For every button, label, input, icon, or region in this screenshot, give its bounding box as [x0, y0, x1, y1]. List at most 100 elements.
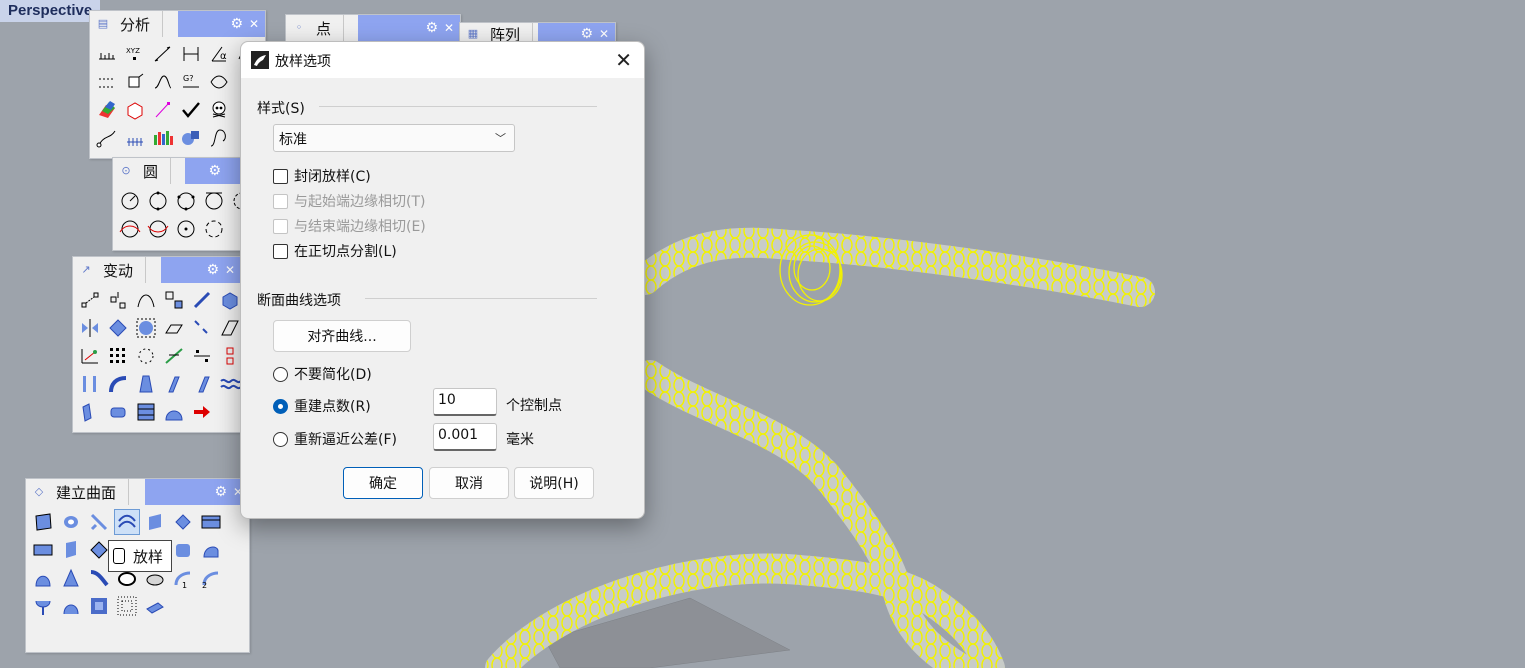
direction-icon[interactable] [122, 69, 148, 95]
refit-tolerance-field[interactable]: 0.001 [433, 423, 497, 451]
cage-edit-icon[interactable] [105, 399, 131, 425]
rotate-icon[interactable] [133, 287, 159, 313]
align-curves-button[interactable]: 对齐曲线... [273, 320, 411, 352]
twist-icon[interactable] [189, 315, 215, 341]
align-icon[interactable] [77, 343, 103, 369]
radio-dot[interactable] [273, 366, 288, 382]
array-curve-icon[interactable] [189, 343, 215, 369]
gear-icon[interactable]: ⚙ [214, 483, 227, 501]
edge-analysis-icon[interactable] [94, 125, 120, 151]
loft-icon[interactable] [114, 509, 140, 535]
distance-icon[interactable] [150, 41, 176, 67]
close-icon[interactable]: ✕ [444, 19, 454, 37]
circle-center-icon[interactable] [117, 188, 143, 214]
rebuild-radio[interactable]: 重建点数(R) [273, 396, 371, 416]
naked-edge-icon[interactable] [122, 125, 148, 151]
checkbox-box[interactable] [273, 168, 288, 184]
circle-fit-icon[interactable] [173, 216, 199, 242]
scale3d-icon[interactable] [133, 315, 159, 341]
move-icon[interactable] [77, 287, 103, 313]
flow-along-icon[interactable] [133, 399, 159, 425]
surface-edge-icon[interactable] [58, 509, 84, 535]
planar-surface-icon[interactable] [142, 509, 168, 535]
extrude-icon[interactable] [170, 509, 196, 535]
splop-icon[interactable] [133, 371, 159, 397]
tangent-start-checkbox[interactable]: 与起始端边缘相切(T) [273, 191, 425, 211]
checkbox-box[interactable] [273, 218, 288, 234]
dome-icon[interactable] [161, 399, 187, 425]
deviation-icon[interactable] [206, 69, 232, 95]
continuity-icon[interactable]: G? [178, 69, 204, 95]
shear-icon[interactable] [161, 315, 187, 341]
skull-icon[interactable] [206, 97, 232, 123]
radio-dot[interactable] [273, 398, 288, 414]
checkbox-box[interactable] [273, 243, 288, 259]
dimension-icon[interactable] [178, 41, 204, 67]
do-not-simplify-radio[interactable]: 不要简化(D) [273, 364, 372, 384]
drape-icon[interactable] [198, 537, 224, 563]
point-grid-icon[interactable] [114, 593, 140, 619]
circle-tan-curves-icon[interactable] [117, 216, 143, 242]
length-icon[interactable] [94, 41, 120, 67]
dialog-titlebar[interactable]: 放样选项 ✕ [241, 42, 644, 78]
gear-icon[interactable]: ⚙ [206, 261, 219, 279]
circle-2pt-icon[interactable] [145, 188, 171, 214]
cone-surface-icon[interactable] [58, 565, 84, 591]
circle-3pt-icon[interactable] [173, 188, 199, 214]
scale-icon[interactable] [161, 287, 187, 313]
tab-transform[interactable]: ↗ 变动 [73, 257, 147, 283]
ribbon-icon[interactable] [30, 593, 56, 619]
flow-icon[interactable] [161, 343, 187, 369]
bend-icon[interactable] [77, 371, 103, 397]
dome-surface-icon[interactable] [30, 565, 56, 591]
gear-icon[interactable]: ⚙ [230, 15, 243, 33]
mirror-icon[interactable] [77, 315, 103, 341]
curve-graph-icon[interactable] [150, 69, 176, 95]
radio-dot[interactable] [273, 431, 288, 447]
patch-icon[interactable] [30, 537, 56, 563]
style-dropdown[interactable]: 标准 ﹀ [273, 124, 515, 152]
circle-dashed-icon[interactable] [201, 216, 227, 242]
emap-icon[interactable] [178, 125, 204, 151]
pipe-icon[interactable] [58, 593, 84, 619]
box-analysis-icon[interactable] [122, 97, 148, 123]
array-icon[interactable] [105, 343, 131, 369]
split-tangent-checkbox[interactable]: 在正切点分割(L) [273, 241, 397, 261]
viewport-label[interactable]: Perspective [0, 0, 101, 22]
close-icon[interactable]: ✕ [249, 15, 259, 33]
blend-surface-icon[interactable] [170, 537, 196, 563]
tangent-end-checkbox[interactable]: 与结束端边缘相切(E) [273, 216, 426, 236]
sweep-icon[interactable] [86, 509, 112, 535]
histogram-icon[interactable] [150, 125, 176, 151]
flow-surface-icon[interactable] [161, 371, 187, 397]
rect-surface-icon[interactable] [198, 509, 224, 535]
gear-icon[interactable]: ⚙ [425, 19, 438, 37]
rotate3d-icon[interactable] [105, 315, 131, 341]
refit-radio[interactable]: 重新逼近公差(F) [273, 429, 397, 449]
tab-point[interactable]: ◦ 点 [286, 15, 345, 41]
stretch-icon[interactable] [105, 371, 131, 397]
gear-icon[interactable]: ⚙ [208, 162, 221, 180]
slab-icon[interactable] [142, 593, 168, 619]
tab-circle[interactable]: ⊙ 圆 [113, 158, 172, 184]
copy-icon[interactable] [105, 287, 131, 313]
zebra-icon[interactable] [94, 97, 120, 123]
tab-create-surface[interactable]: ◇ 建立曲面 [26, 479, 130, 505]
heightfield-icon[interactable] [86, 593, 112, 619]
bounding-icon[interactable] [94, 69, 120, 95]
tab-analysis[interactable]: ▤ 分析 [90, 11, 164, 37]
draft-angle-icon[interactable] [150, 97, 176, 123]
close-icon[interactable]: ✕ [615, 48, 632, 72]
cage-icon[interactable] [77, 399, 103, 425]
curve-1-icon[interactable]: 1 [170, 565, 196, 591]
network-surface-icon[interactable] [58, 537, 84, 563]
maelstrom-icon[interactable] [189, 371, 215, 397]
orient-icon[interactable] [189, 287, 215, 313]
arrow-right-icon[interactable] [189, 399, 215, 425]
surface-from-points-icon[interactable] [30, 509, 56, 535]
curve-2-icon[interactable]: 2 [198, 565, 224, 591]
close-icon[interactable]: ✕ [225, 261, 235, 279]
polar-array-icon[interactable] [133, 343, 159, 369]
cancel-button[interactable]: 取消 [429, 467, 509, 499]
curve-analysis-icon[interactable] [206, 125, 232, 151]
